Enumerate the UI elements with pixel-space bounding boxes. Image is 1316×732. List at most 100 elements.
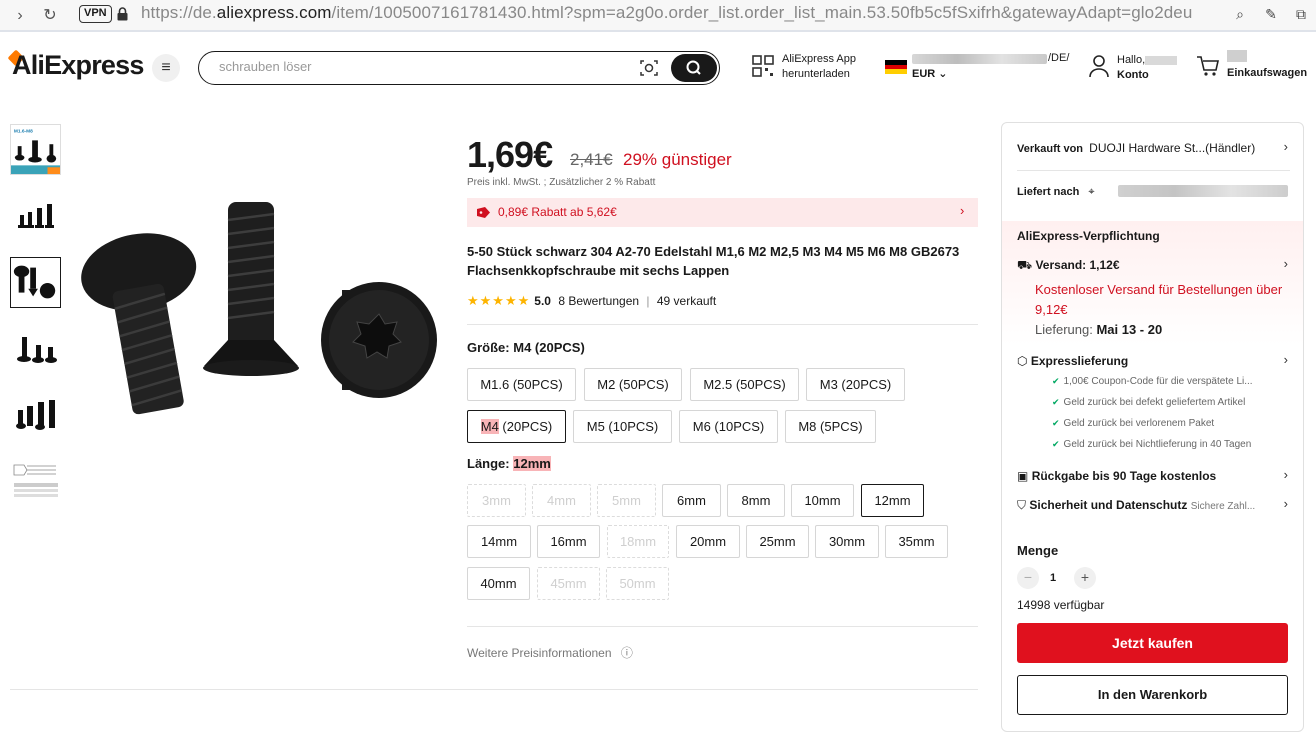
length-option[interactable]: 25mm [746, 525, 809, 558]
edit-icon[interactable]: ✎ [1262, 6, 1280, 24]
account-menu[interactable]: Hallo, Konto [1117, 53, 1178, 83]
size-option[interactable]: M6 (10PCS) [679, 410, 778, 443]
length-option[interactable]: 16mm [537, 525, 600, 558]
check-icon: ✔ [1052, 376, 1060, 386]
buy-now-button[interactable]: Jetzt kaufen [1017, 623, 1288, 663]
thumbnail-6[interactable] [10, 457, 61, 508]
chevron-right-icon: › [1283, 467, 1288, 482]
shipping-row[interactable]: ⛟ Versand: 1,12€ [1017, 258, 1120, 274]
app-line1: AliExpress App [782, 53, 856, 65]
reload-icon[interactable]: ↻ [40, 6, 60, 26]
size-option[interactable]: M3 (20PCS) [806, 368, 905, 401]
size-option-selected[interactable]: M4 (20PCS) [467, 410, 566, 443]
extension-icon[interactable]: ⧉ [1292, 6, 1310, 24]
size-option[interactable]: M8 (5PCS) [785, 410, 876, 443]
price-note: Preis inkl. MwSt. ; Zusätzlicher 2 % Rab… [467, 177, 656, 188]
price: 1,69€ [467, 134, 553, 175]
seller-row[interactable]: Verkauft von DUOJI Hardware St...(Händle… [1017, 141, 1255, 155]
address-bar[interactable]: https://de.aliexpress.com/item/100500716… [141, 3, 1192, 23]
star-rating-icon: ★★★★★ [467, 293, 531, 308]
thumbnail-1[interactable]: M1.6-M8 [10, 124, 61, 175]
commitment-title: AliExpress-Verpflichtung [1017, 229, 1160, 243]
product-main-image[interactable] [72, 190, 452, 430]
address-redacted [1118, 185, 1288, 197]
search-input[interactable] [219, 59, 619, 74]
divider [467, 626, 978, 627]
size-option[interactable]: M2.5 (50PCS) [690, 368, 799, 401]
length-option[interactable]: 10mm [791, 484, 854, 517]
purchase-panel: Verkauft von DUOJI Hardware St...(Händle… [1001, 122, 1304, 732]
original-price: 2,41€ [570, 150, 613, 169]
add-to-cart-button[interactable]: In den Warenkorb [1017, 675, 1288, 715]
site-header: AliExpress ≡ AliExpress App herunterladen… [0, 34, 1316, 104]
chevron-right-icon: › [960, 203, 965, 218]
length-option-disabled: 45mm [537, 567, 600, 600]
cart-icon[interactable] [1196, 55, 1220, 77]
thumbnail-3-selected[interactable] [10, 257, 61, 308]
tag-icon [477, 207, 490, 218]
length-option[interactable]: 30mm [815, 525, 879, 558]
quantity-value[interactable]: 1 [1050, 572, 1056, 584]
product-title: 5-50 Stück schwarz 304 A2-70 Edelstahl M… [467, 244, 960, 278]
length-option[interactable]: 14mm [467, 525, 531, 558]
guarantee-item: ✔ Geld zurück bei verlorenem Paket [1052, 418, 1215, 429]
thumbnail-4[interactable] [10, 323, 61, 374]
divider [467, 324, 978, 325]
thumbnail-5[interactable] [10, 390, 61, 441]
rating-value: 5.0 [534, 294, 551, 308]
quantity-increase-button[interactable]: + [1074, 567, 1096, 589]
coupon-banner[interactable]: 0,89€ Rabatt ab 5,62€ › [467, 198, 978, 227]
length-option[interactable]: 8mm [727, 484, 785, 517]
vpn-badge[interactable]: VPN [79, 5, 112, 23]
search-button[interactable] [671, 54, 717, 82]
search-page-icon[interactable]: ⌕ [1231, 6, 1249, 24]
quantity-title: Menge [1017, 543, 1059, 558]
return-box-icon: ▣ [1017, 469, 1029, 483]
quantity-decrease-button[interactable]: − [1017, 567, 1039, 589]
search-bar[interactable] [198, 51, 720, 85]
cart-count-redacted [1227, 50, 1247, 62]
lock-icon [117, 7, 128, 21]
size-option[interactable]: M5 (10PCS) [573, 410, 672, 443]
check-icon: ✔ [1052, 439, 1060, 449]
length-option[interactable]: 40mm [467, 567, 530, 600]
returns-row[interactable]: ▣ Rückgabe bis 90 Tage kostenlos [1017, 469, 1216, 483]
app-line2: herunterladen [782, 68, 850, 80]
image-search-icon[interactable] [639, 58, 659, 78]
check-icon: ✔ [1052, 397, 1060, 407]
review-count[interactable]: 8 Bewertungen [558, 294, 639, 308]
length-option-disabled: 3mm [467, 484, 526, 517]
length-option[interactable]: 35mm [885, 525, 948, 558]
security-row[interactable]: ⛉ Sicherheit und Datenschutz Sichere Zah… [1017, 498, 1255, 513]
germany-flag-icon[interactable] [885, 60, 907, 74]
forward-icon[interactable]: › [10, 6, 30, 26]
ship-to-row[interactable]: Liefert nach ⌖ [1017, 186, 1095, 199]
chevron-right-icon: › [1283, 139, 1288, 154]
length-option[interactable]: 6mm [662, 484, 721, 517]
length-label: Länge: 12mm [467, 456, 551, 471]
browser-toolbar: › ↻ VPN https://de.aliexpress.com/item/1… [0, 0, 1316, 32]
more-price-info-link[interactable]: Weitere Preisinformationen ⓘ [467, 644, 633, 661]
size-option[interactable]: M2 (50PCS) [584, 368, 682, 401]
truck-icon: ⛟ [1017, 258, 1033, 272]
thumbnail-label: M1.6-M8 [14, 129, 33, 135]
size-option[interactable]: M1.6 (50PCS) [467, 368, 576, 401]
menu-icon[interactable]: ≡ [152, 54, 180, 82]
currency-select[interactable]: EUR ⌄ [912, 67, 948, 80]
thumbnail-2[interactable] [10, 190, 61, 241]
user-icon[interactable] [1088, 54, 1110, 78]
length-option[interactable]: 20mm [676, 525, 740, 558]
express-row[interactable]: ⬡ Expresslieferung [1017, 354, 1128, 368]
aliexpress-logo[interactable]: AliExpress [12, 50, 144, 81]
rating-row[interactable]: ★★★★★ 5.0 8 Bewertungen | 49 verkauft [467, 293, 716, 309]
free-shipping-note: Kostenloser Versand für Bestellungen übe… [1035, 282, 1283, 317]
check-icon: ✔ [1052, 418, 1060, 428]
cart-label[interactable]: Einkaufswagen [1227, 67, 1307, 79]
length-option-disabled: 18mm [607, 525, 669, 558]
guarantee-item: ✔ Geld zurück bei Nichtlieferung in 40 Ta… [1052, 439, 1252, 450]
locale-redacted [912, 54, 1047, 64]
guarantee-item: ✔ 1,00€ Coupon-Code für die verspätete Li… [1052, 376, 1253, 387]
divider [10, 689, 978, 690]
chevron-right-icon: › [1283, 496, 1288, 511]
length-option-selected[interactable]: 12mm [861, 484, 924, 517]
